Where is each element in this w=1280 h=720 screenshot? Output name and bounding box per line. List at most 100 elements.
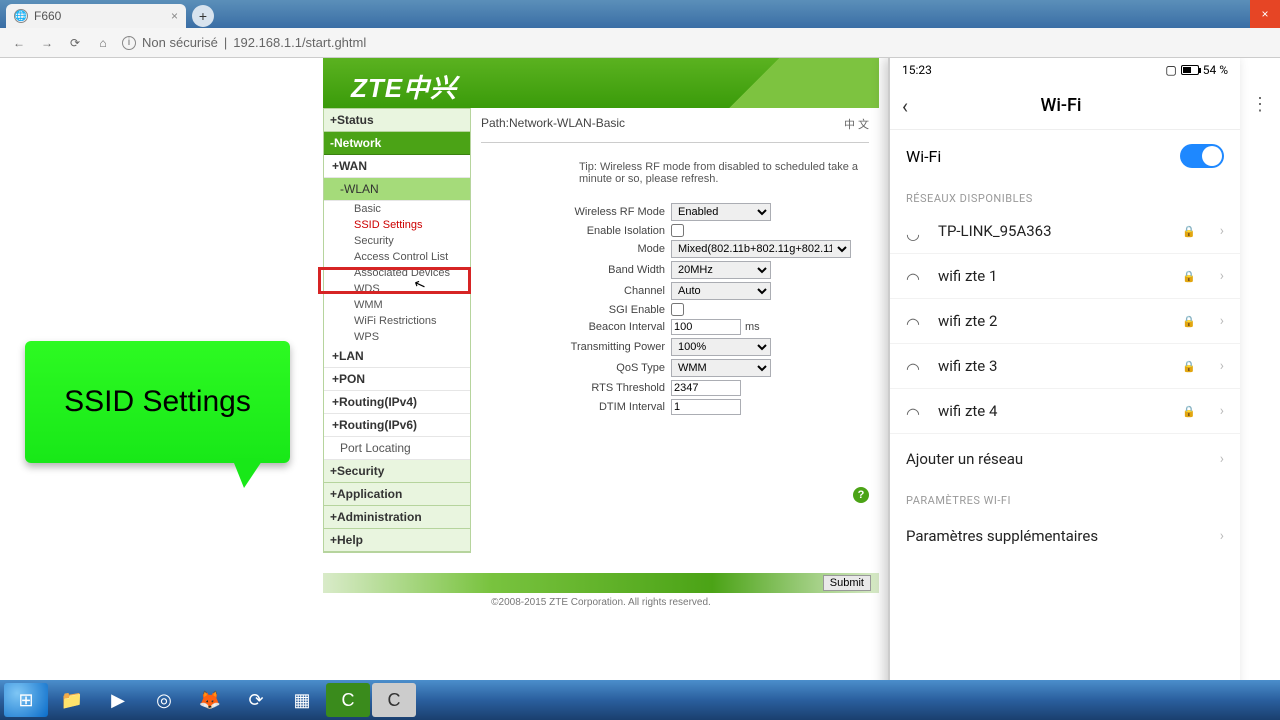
camtasia-icon[interactable]: C <box>326 683 370 717</box>
sidebar-item-application[interactable]: +Application <box>324 483 470 506</box>
label-rts: RTS Threshold <box>481 382 671 394</box>
label-beacon: Beacon Interval <box>481 321 671 333</box>
extra-params-row[interactable]: Paramètres supplémentaires › <box>890 511 1240 561</box>
help-icon[interactable]: ? <box>853 487 869 503</box>
window-close-button[interactable]: × <box>1250 0 1280 28</box>
app-icon[interactable]: ▦ <box>280 683 324 717</box>
close-tab-icon[interactable]: × <box>171 9 178 23</box>
url-text: 192.168.1.1/start.ghtml <box>233 35 366 50</box>
explorer-icon[interactable]: 📁 <box>50 683 94 717</box>
chevron-right-icon[interactable]: › <box>1220 358 1224 374</box>
start-button[interactable]: ⊞ <box>4 683 48 717</box>
sidebar-item-routing-ipv4[interactable]: +Routing(IPv4) <box>324 391 470 414</box>
maximize-button[interactable] <box>1220 0 1250 28</box>
back-icon[interactable]: ‹ <box>902 94 908 118</box>
sidebar-item-help[interactable]: +Help <box>324 529 470 552</box>
input-beacon[interactable] <box>671 319 741 335</box>
select-bandwidth[interactable]: 20MHz <box>671 261 771 279</box>
language-switch[interactable]: 中 文 <box>844 116 869 132</box>
sidebar-item-wlan[interactable]: -WLAN <box>324 178 470 201</box>
lock-icon: 🔒 <box>1182 405 1196 418</box>
label-sgi: SGI Enable <box>481 304 671 316</box>
sidebar-item-security[interactable]: Security <box>324 233 470 249</box>
sidebar: +Status -Network +WAN -WLAN Basic SSID S… <box>323 108 471 553</box>
submit-button[interactable]: Submit <box>823 575 871 591</box>
sidebar-item-wifi-restrictions[interactable]: WiFi Restrictions <box>324 313 470 329</box>
checkbox-isolation[interactable] <box>671 224 684 237</box>
wifi-icon: ◠ <box>906 269 924 283</box>
wifi-toggle-row[interactable]: Wi-Fi <box>890 130 1240 182</box>
tip-text: Tip: Wireless RF mode from disabled to s… <box>579 161 869 185</box>
browser-address-bar: ← → ⟳ ⌂ i Non sécurisé | 192.168.1.1/sta… <box>0 28 1280 58</box>
label-txpower: Transmitting Power <box>481 341 671 353</box>
sidebar-item-lan[interactable]: +LAN <box>324 345 470 368</box>
reload-icon[interactable]: ⟳ <box>66 34 84 52</box>
wifi-icon: ◡ <box>906 224 924 238</box>
phone-time: 15:23 <box>902 63 932 77</box>
chevron-right-icon[interactable]: › <box>1220 403 1224 419</box>
network-row[interactable]: ◡TP-LINK_95A363🔒› <box>890 209 1240 254</box>
tab-title: F660 <box>34 9 61 23</box>
sidebar-item-acl[interactable]: Access Control List <box>324 249 470 265</box>
forward-icon[interactable]: → <box>38 34 56 52</box>
select-qos[interactable]: WMM <box>671 359 771 377</box>
chevron-right-icon[interactable]: › <box>1220 268 1224 284</box>
wifi-icon: ◠ <box>906 314 924 328</box>
lock-icon: 🔒 <box>1182 315 1196 328</box>
label-isolation: Enable Isolation <box>481 225 671 237</box>
network-row[interactable]: ◠wifi zte 2🔒› <box>890 299 1240 344</box>
browser-menu-icon[interactable]: ⋮ <box>1246 90 1274 118</box>
new-tab-button[interactable]: + <box>192 5 214 27</box>
label-qos: QoS Type <box>481 362 671 374</box>
sidebar-item-network[interactable]: -Network <box>324 132 470 155</box>
unit-ms: ms <box>745 321 760 333</box>
select-channel[interactable]: Auto <box>671 282 771 300</box>
sidebar-item-wds[interactable]: WDS <box>324 281 470 297</box>
network-row[interactable]: ◠wifi zte 4🔒› <box>890 389 1240 434</box>
extra-params-label: Paramètres supplémentaires <box>906 527 1098 545</box>
select-mode[interactable]: Mixed(802.11b+802.11g+802.11n) <box>671 240 851 258</box>
network-row[interactable]: ◠wifi zte 1🔒› <box>890 254 1240 299</box>
wifi-icon: ◠ <box>906 359 924 373</box>
url-box[interactable]: i Non sécurisé | 192.168.1.1/start.ghtml <box>122 35 366 50</box>
sidebar-item-pon[interactable]: +PON <box>324 368 470 391</box>
battery-icon <box>1181 65 1199 75</box>
sidebar-item-wan[interactable]: +WAN <box>324 155 470 178</box>
chevron-right-icon[interactable]: › <box>1220 223 1224 239</box>
select-rf-mode[interactable]: Enabled <box>671 203 771 221</box>
select-txpower[interactable]: 100% <box>671 338 771 356</box>
camtasia-editor-icon[interactable]: C <box>372 683 416 717</box>
input-rts[interactable] <box>671 380 741 396</box>
checkbox-sgi[interactable] <box>671 303 684 316</box>
router-admin-page: ZTE中兴 +Status -Network +WAN -WLAN Basic … <box>323 58 879 612</box>
sidebar-item-port-locating[interactable]: Port Locating <box>324 437 470 460</box>
minimize-button[interactable] <box>1190 0 1220 28</box>
wifi-toggle[interactable] <box>1180 144 1224 168</box>
phone-title: Wi-Fi <box>916 95 1206 116</box>
phone-header: ‹ Wi-Fi <box>890 82 1240 130</box>
sidebar-item-administration[interactable]: +Administration <box>324 506 470 529</box>
sidebar-item-assoc-devices[interactable]: Associated Devices <box>324 265 470 281</box>
callout-text: SSID Settings <box>64 385 251 419</box>
sidebar-item-wps[interactable]: WPS <box>324 329 470 345</box>
chevron-right-icon: › <box>1220 528 1224 544</box>
lock-icon: 🔒 <box>1182 225 1196 238</box>
sidebar-item-security-main[interactable]: +Security <box>324 460 470 483</box>
sidebar-item-ssid-settings[interactable]: SSID Settings <box>324 217 470 233</box>
browser-tab[interactable]: 🌐 F660 × <box>6 4 186 28</box>
firefox-icon[interactable]: 🦊 <box>188 683 232 717</box>
sidebar-item-basic[interactable]: Basic <box>324 201 470 217</box>
sidebar-item-status[interactable]: +Status <box>324 109 470 132</box>
sidebar-item-routing-ipv6[interactable]: +Routing(IPv6) <box>324 414 470 437</box>
add-network-row[interactable]: Ajouter un réseau › <box>890 434 1240 484</box>
chevron-right-icon[interactable]: › <box>1220 313 1224 329</box>
chrome-icon[interactable]: ◎ <box>142 683 186 717</box>
back-icon[interactable]: ← <box>10 34 28 52</box>
home-icon[interactable]: ⌂ <box>94 34 112 52</box>
input-dtim[interactable] <box>671 399 741 415</box>
info-icon: i <box>122 36 136 50</box>
network-row[interactable]: ◠wifi zte 3🔒› <box>890 344 1240 389</box>
sidebar-item-wmm[interactable]: WMM <box>324 297 470 313</box>
browser-icon[interactable]: ⟳ <box>234 683 278 717</box>
media-player-icon[interactable]: ▶ <box>96 683 140 717</box>
